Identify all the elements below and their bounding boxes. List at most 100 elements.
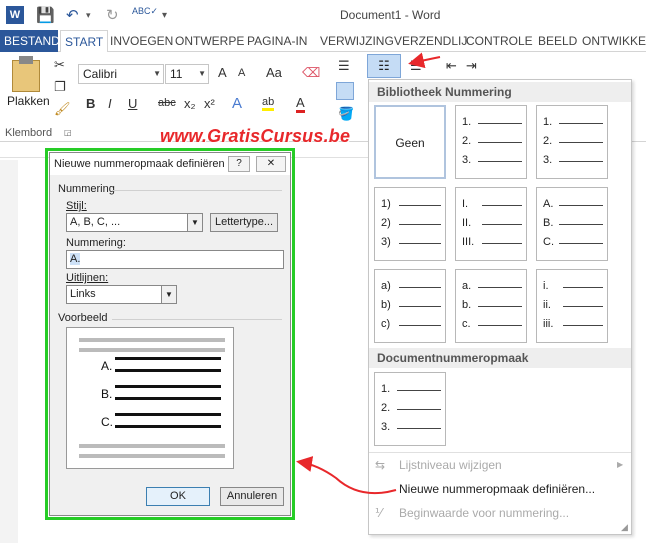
set-numbering-value-item[interactable]: ⅟ Beginwaarde voor nummering... bbox=[369, 504, 631, 524]
tab-ontwikkelaars[interactable]: ONTWIKKEL bbox=[578, 30, 646, 52]
format-painter-icon[interactable]: 🖌 bbox=[54, 101, 71, 117]
list-line bbox=[482, 243, 522, 244]
tab-verzendlijsten[interactable]: VERZENDLIJ bbox=[390, 30, 471, 52]
number-format-input[interactable]: A. bbox=[66, 250, 284, 269]
highlight-button[interactable]: ab bbox=[262, 96, 275, 111]
numbering-option[interactable]: 1. 2. 3. bbox=[455, 105, 527, 179]
divider bbox=[112, 190, 282, 191]
ok-button[interactable]: OK bbox=[146, 487, 210, 506]
grow-font-button[interactable]: A bbox=[218, 65, 227, 80]
list-marker: 1. bbox=[462, 116, 472, 128]
close-button[interactable]: ✕ bbox=[256, 156, 286, 172]
preview-line bbox=[115, 385, 221, 388]
numbering-button[interactable]: ☷ bbox=[367, 54, 401, 78]
watermark-text: www.GratisCursus.be bbox=[160, 126, 351, 146]
tab-invoegen[interactable]: INVOEGEN bbox=[106, 30, 177, 52]
preview-line bbox=[79, 338, 225, 342]
list-marker: a. bbox=[462, 280, 472, 292]
numbering-option[interactable]: i. ii. iii. bbox=[536, 269, 608, 343]
list-line bbox=[478, 142, 522, 143]
font-name-combo[interactable]: Calibri ▼ bbox=[78, 64, 164, 84]
numbering-option[interactable]: 1. 2. 3. bbox=[536, 105, 608, 179]
list-marker: 3. bbox=[543, 154, 553, 166]
document-numbering-option[interactable]: 1. 2. 3. bbox=[374, 372, 446, 446]
increase-indent-icon[interactable]: ⇥ bbox=[466, 58, 477, 74]
tab-verwijzingen[interactable]: VERWIJZING bbox=[316, 30, 398, 52]
clear-format-icon[interactable]: ⌫ bbox=[302, 65, 320, 81]
underline-button[interactable]: U bbox=[128, 96, 137, 111]
bullets-icon[interactable]: ☰ bbox=[338, 58, 350, 74]
font-size-combo[interactable]: 11 ▼ bbox=[165, 64, 209, 84]
paste-button[interactable]: Plakken bbox=[7, 94, 50, 108]
clipboard-clip-icon bbox=[19, 56, 33, 64]
undo-dropdown-icon[interactable]: ▾ bbox=[86, 10, 91, 21]
help-button[interactable]: ? bbox=[228, 156, 250, 172]
list-line bbox=[397, 390, 441, 391]
list-line bbox=[559, 224, 603, 225]
tab-bestand[interactable]: BESTAND bbox=[0, 30, 60, 52]
undo-icon[interactable]: ↶ bbox=[66, 6, 79, 24]
change-list-level-label: Lijstniveau wijzigen bbox=[399, 458, 502, 472]
multilevel-list-icon[interactable]: ☰ bbox=[410, 58, 422, 74]
tab-start[interactable]: START bbox=[60, 30, 109, 53]
list-line bbox=[399, 224, 441, 225]
preview-line bbox=[79, 348, 225, 352]
dialog-title: Nieuwe nummeropmaak definiëren bbox=[54, 158, 225, 170]
dialog-launcher-icon[interactable]: ◲ bbox=[64, 128, 72, 137]
shrink-font-button[interactable]: A bbox=[238, 67, 245, 79]
bold-button[interactable]: B bbox=[86, 96, 95, 111]
numbering-none-option[interactable]: Geen bbox=[374, 105, 446, 179]
style-select[interactable]: A, B, C, ... ▼ bbox=[66, 213, 203, 232]
numbering-gallery: Bibliotheek Nummering Geen 1. 2. 3. 1. 2… bbox=[368, 79, 632, 535]
numbering-group-label: Nummering bbox=[58, 183, 115, 195]
save-icon[interactable]: 💾 bbox=[36, 6, 55, 24]
list-marker: II. bbox=[462, 217, 472, 229]
list-line bbox=[478, 325, 522, 326]
preview-line bbox=[115, 413, 221, 416]
list-marker: 2. bbox=[381, 402, 391, 414]
preview-line bbox=[79, 454, 225, 458]
alignment-select[interactable]: Links ▼ bbox=[66, 285, 177, 304]
dialog-title-bar: Nieuwe nummeropmaak definiëren ? ✕ bbox=[50, 153, 290, 175]
superscript-button[interactable]: x² bbox=[204, 96, 215, 111]
align-left-icon[interactable] bbox=[336, 82, 354, 100]
redo-icon[interactable]: ↻ bbox=[106, 6, 119, 24]
tab-controleren[interactable]: CONTROLE bbox=[462, 30, 537, 52]
font-button[interactable]: Lettertype... bbox=[210, 213, 278, 232]
decrease-indent-icon[interactable]: ⇤ bbox=[446, 58, 457, 74]
list-line bbox=[478, 306, 522, 307]
subscript-button[interactable]: x₂ bbox=[184, 96, 196, 111]
numbering-option[interactable]: a) b) c) bbox=[374, 269, 446, 343]
paste-icon[interactable] bbox=[12, 60, 40, 92]
define-new-format-item[interactable]: Nieuwe nummeropmaak definiëren... bbox=[369, 480, 631, 500]
numbering-option[interactable]: I. II. III. bbox=[455, 187, 527, 261]
cut-icon[interactable]: ✂ bbox=[54, 57, 65, 73]
list-line bbox=[482, 205, 522, 206]
change-case-button[interactable]: Aa bbox=[266, 65, 282, 80]
resize-grip-icon[interactable]: ◢ bbox=[621, 522, 628, 533]
customize-qat-icon[interactable]: ▾ bbox=[162, 10, 167, 21]
list-line bbox=[397, 428, 441, 429]
spelling-icon[interactable]: ABC✓ bbox=[132, 6, 158, 17]
tab-pagina-indeling[interactable]: PAGINA-IN bbox=[243, 30, 311, 52]
list-marker: 1. bbox=[381, 383, 391, 395]
list-marker: ii. bbox=[543, 299, 551, 311]
list-marker: A. bbox=[543, 198, 554, 210]
numbering-option[interactable]: A. B. C. bbox=[536, 187, 608, 261]
preview-line bbox=[79, 444, 225, 448]
window-title: Document1 - Word bbox=[340, 8, 441, 22]
shading-icon[interactable]: 🪣 bbox=[338, 106, 354, 122]
copy-icon[interactable]: ❐ bbox=[54, 79, 66, 95]
tab-beeld[interactable]: BEELD bbox=[534, 30, 581, 52]
strikethrough-button[interactable]: abc bbox=[158, 97, 176, 109]
tab-ontwerpen[interactable]: ONTWERPE bbox=[171, 30, 248, 52]
font-color-button[interactable]: A bbox=[296, 95, 305, 113]
library-header: Bibliotheek Nummering bbox=[369, 82, 631, 102]
text-effects-button[interactable]: A bbox=[232, 95, 242, 112]
cancel-button[interactable]: Annuleren bbox=[220, 487, 284, 506]
numbering-option[interactable]: 1) 2) 3) bbox=[374, 187, 446, 261]
italic-button[interactable]: I bbox=[108, 96, 112, 111]
change-list-level-item[interactable]: ⇆ Lijstniveau wijzigen ▶ bbox=[369, 456, 631, 476]
style-value: A, B, C, ... bbox=[70, 216, 121, 228]
numbering-option[interactable]: a. b. c. bbox=[455, 269, 527, 343]
